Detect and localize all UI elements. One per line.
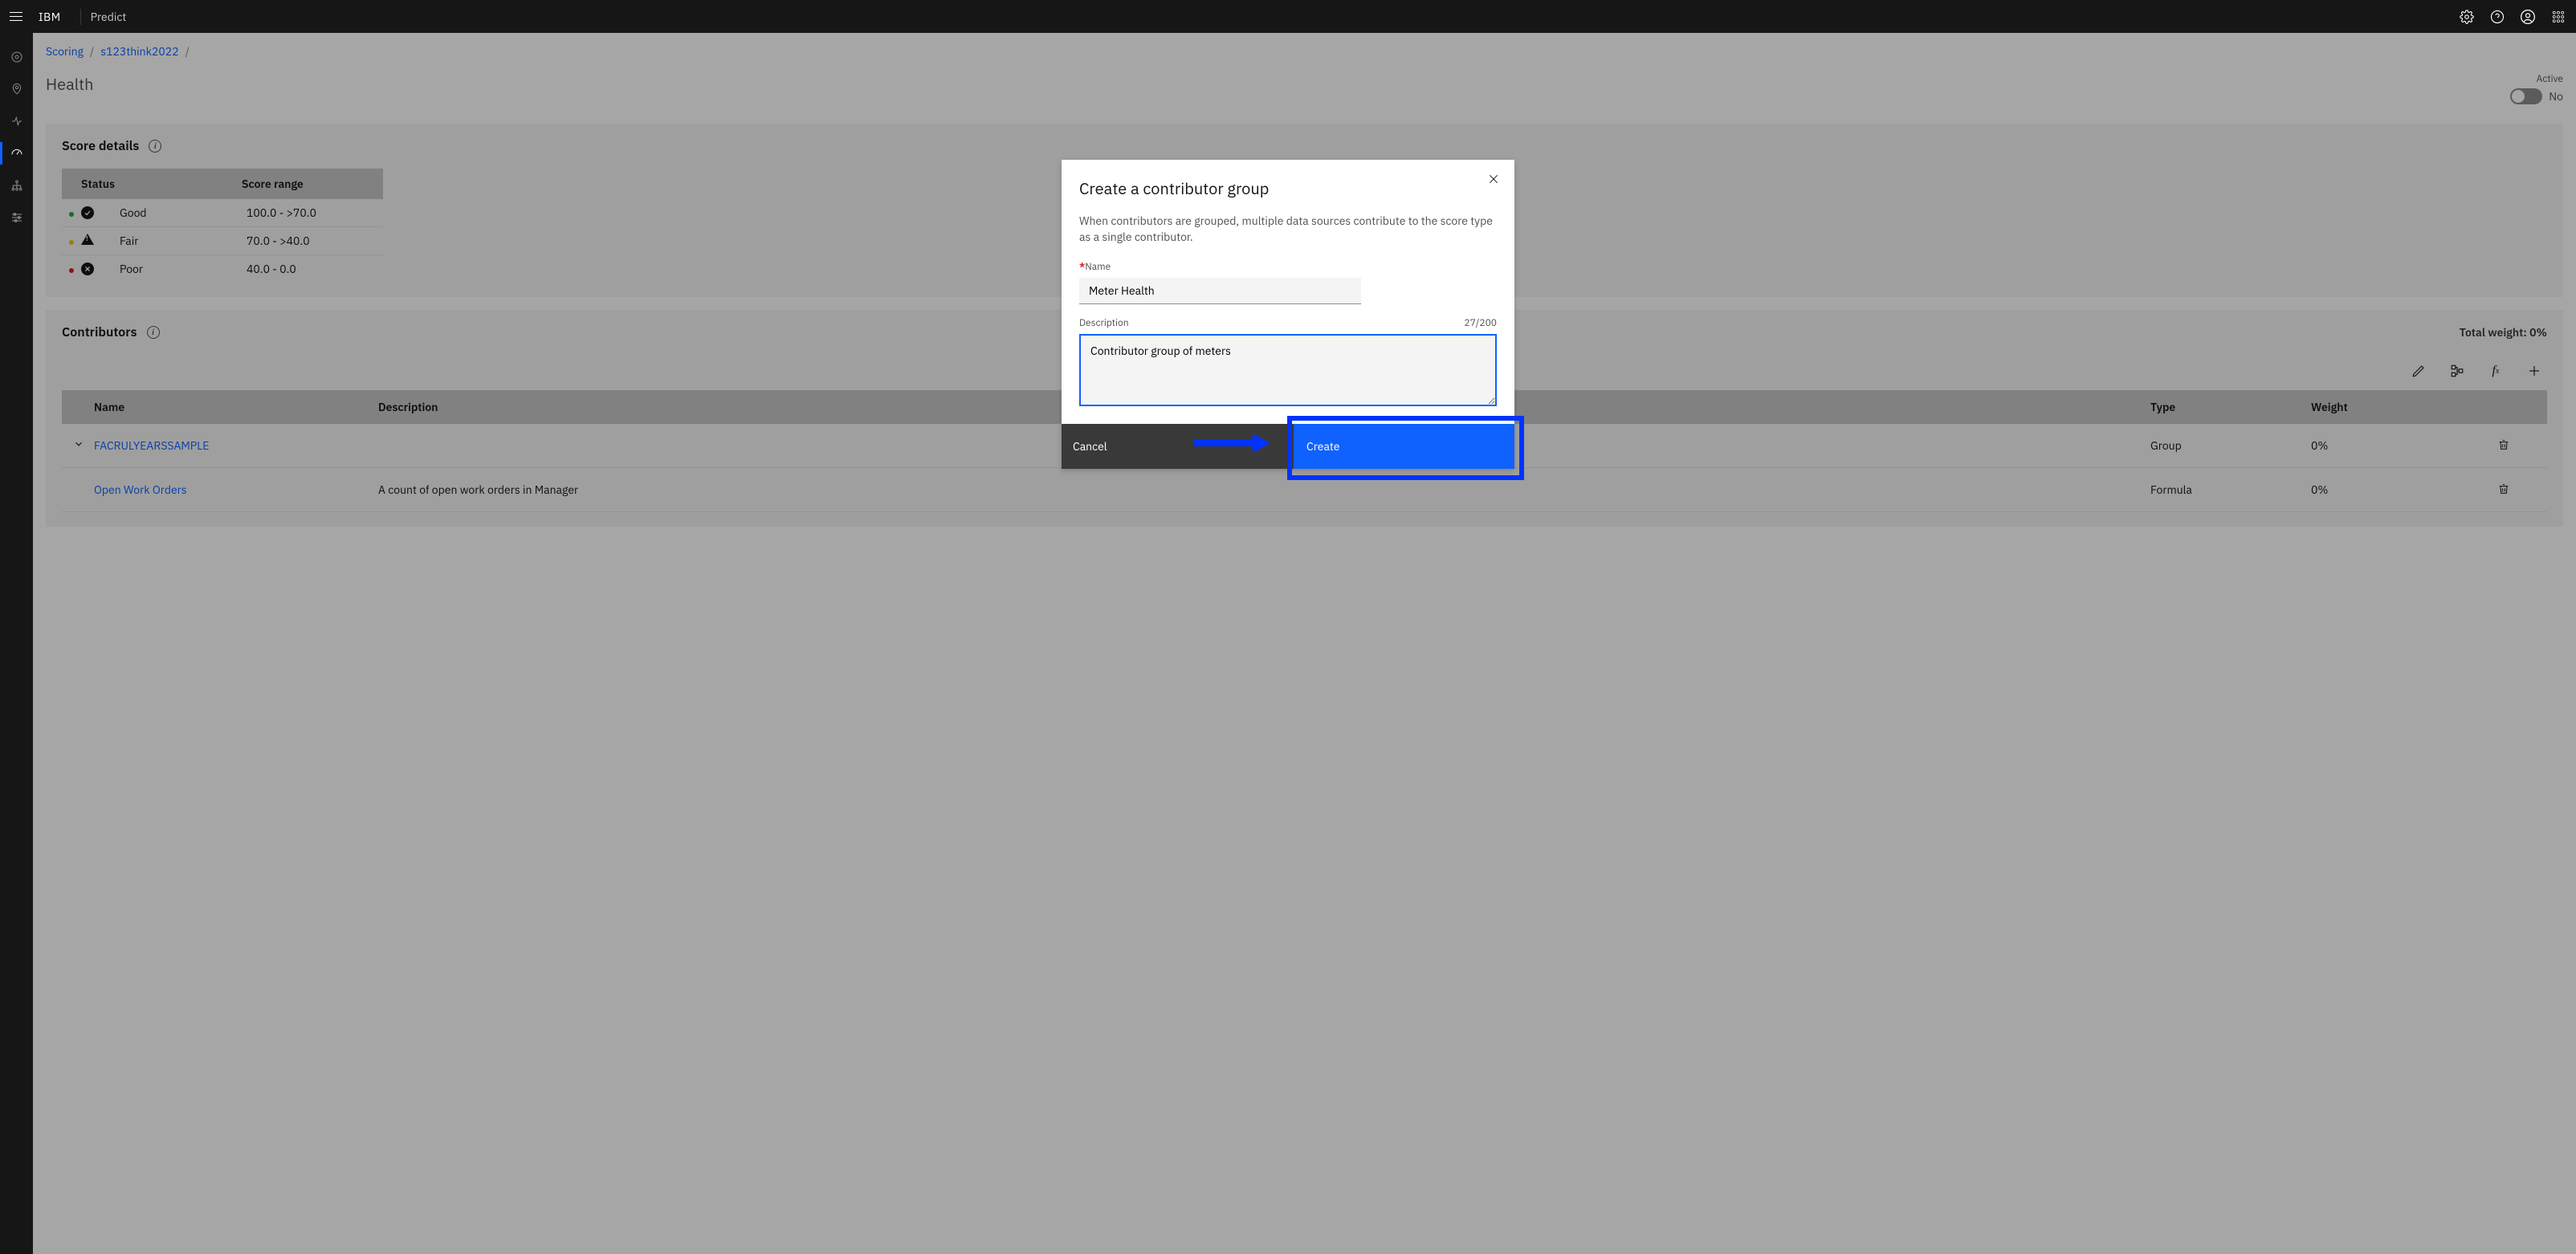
name-field-label: *Name	[1079, 261, 1497, 273]
description-textarea[interactable]	[1079, 334, 1497, 406]
name-input[interactable]	[1079, 278, 1361, 304]
close-icon[interactable]	[1487, 173, 1500, 189]
create-button[interactable]: Create	[1294, 424, 1514, 469]
modal-wrapper: Create a contributor group When contribu…	[0, 0, 2576, 1254]
desc-field-label: Description	[1079, 317, 1129, 329]
char-counter: 27/200	[1464, 317, 1497, 329]
modal-description: When contributors are grouped, multiple …	[1079, 214, 1497, 245]
modal-title: Create a contributor group	[1079, 177, 1497, 199]
create-contributor-group-modal: Create a contributor group When contribu…	[1062, 160, 1514, 469]
cancel-button[interactable]: Cancel	[1062, 424, 1294, 469]
